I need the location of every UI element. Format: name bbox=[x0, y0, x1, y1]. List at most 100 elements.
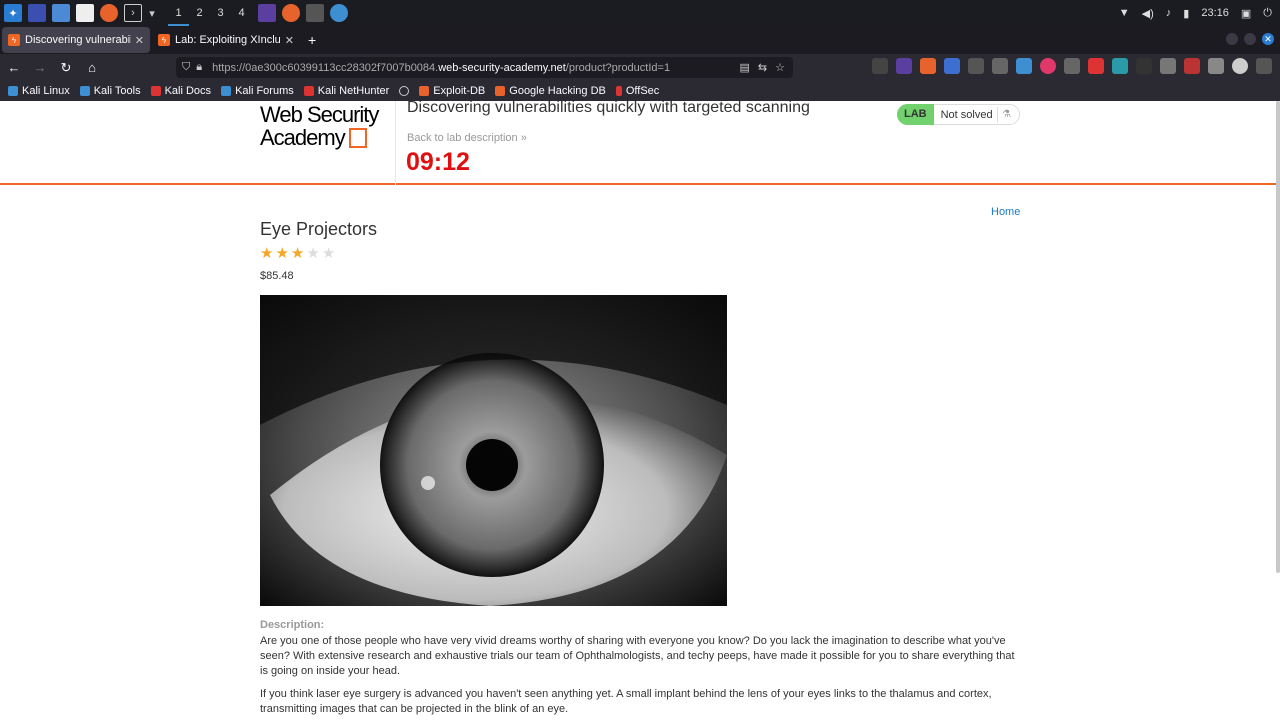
burp-task-icon[interactable] bbox=[258, 4, 276, 22]
burp-icon[interactable] bbox=[920, 58, 936, 74]
description-paragraph-1: Are you one of those people who have ver… bbox=[260, 635, 1015, 677]
description-paragraph-2: If you think laser eye surgery is advanc… bbox=[260, 688, 992, 715]
star-empty-icon: ★ bbox=[321, 245, 336, 262]
extension-icon[interactable] bbox=[1064, 58, 1080, 74]
shield-icon[interactable]: ⛉ bbox=[182, 61, 190, 74]
network-icon[interactable]: ▼ bbox=[1119, 7, 1130, 19]
product-price: $85.48 bbox=[260, 270, 294, 282]
extension-icon[interactable] bbox=[1040, 58, 1056, 74]
globe-icon bbox=[399, 86, 410, 96]
workspace-2[interactable]: 2 bbox=[189, 0, 210, 26]
extension-icon[interactable] bbox=[1112, 58, 1128, 74]
pocket-icon[interactable] bbox=[872, 58, 888, 74]
notification-icon[interactable]: ♪ bbox=[1166, 7, 1172, 19]
bookmark-offsec[interactable]: OffSec bbox=[615, 85, 659, 97]
file-manager-icon[interactable] bbox=[52, 4, 70, 22]
translate-icon[interactable]: ⇆ bbox=[758, 61, 767, 74]
tab-discovering[interactable]: ϟ Discovering vulnerabilitie ✕ bbox=[2, 27, 150, 53]
star-empty-icon: ★ bbox=[306, 245, 320, 262]
workspace-1[interactable]: 1 bbox=[168, 0, 189, 26]
reader-view-icon[interactable]: ▤ bbox=[740, 61, 750, 74]
back-to-lab-description-link[interactable]: Back to lab description » bbox=[407, 132, 527, 144]
tab-lab-xinclude[interactable]: ϟ Lab: Exploiting XInclude t ✕ bbox=[152, 27, 300, 53]
portswigger-favicon-icon: ϟ bbox=[8, 34, 20, 46]
lock-icon[interactable]: 🔒︎ bbox=[196, 61, 202, 74]
bookmark-kali-docs[interactable]: Kali Docs bbox=[150, 85, 211, 97]
forward-arrow-icon[interactable]: → bbox=[28, 60, 52, 75]
product-title: Eye Projectors bbox=[260, 219, 378, 239]
lab-label: LAB bbox=[897, 104, 934, 125]
lab-status-text: Not solved bbox=[940, 108, 993, 121]
kali-menu-icon[interactable]: ✦ bbox=[4, 4, 22, 22]
bookmark-exploit-db[interactable]: Exploit-DB bbox=[419, 85, 485, 97]
star-filled-icon: ★ bbox=[290, 245, 305, 262]
double-chevron-right-icon: » bbox=[520, 132, 527, 144]
clock: 23:16 bbox=[1201, 7, 1229, 19]
star-filled-icon: ★ bbox=[275, 245, 289, 262]
text-editor-icon[interactable] bbox=[76, 4, 94, 22]
extension-icon[interactable] bbox=[1088, 58, 1104, 74]
kali-tools-icon bbox=[79, 86, 90, 96]
chevron-down-icon[interactable]: ▾ bbox=[148, 4, 156, 22]
portswigger-favicon-icon: ϟ bbox=[158, 34, 170, 46]
extension-icon[interactable] bbox=[992, 58, 1008, 74]
bookmark-globe[interactable] bbox=[399, 86, 410, 96]
page-scrollbar[interactable] bbox=[1276, 101, 1280, 573]
volume-icon[interactable]: ◀) bbox=[1142, 7, 1154, 20]
home-icon[interactable]: ⌂ bbox=[80, 60, 104, 75]
extension-toolbar bbox=[872, 58, 1280, 74]
terminal-icon[interactable]: › bbox=[124, 4, 142, 22]
lightning-bolt-icon bbox=[348, 128, 367, 148]
page-content: Web Security Academy Discovering vulnera… bbox=[0, 101, 1280, 720]
extension-icon[interactable] bbox=[1184, 58, 1200, 74]
app-task-icon[interactable] bbox=[306, 4, 324, 22]
nethunter-icon bbox=[303, 86, 314, 96]
ghdb-icon bbox=[495, 86, 506, 96]
maximize-button[interactable] bbox=[1244, 33, 1256, 45]
workspace-4[interactable]: 4 bbox=[231, 0, 252, 26]
extensions-puzzle-icon[interactable] bbox=[1256, 58, 1272, 74]
back-arrow-icon[interactable]: ← bbox=[2, 60, 26, 75]
extension-icon[interactable] bbox=[1160, 58, 1176, 74]
close-icon[interactable]: ✕ bbox=[285, 34, 294, 47]
close-icon[interactable]: ✕ bbox=[135, 34, 144, 47]
lab-header: Web Security Academy Discovering vulnera… bbox=[0, 101, 1280, 185]
kali-icon bbox=[8, 86, 18, 96]
firefox-task-icon[interactable] bbox=[282, 4, 300, 22]
new-tab-button[interactable]: + bbox=[308, 32, 316, 48]
extension-icon[interactable] bbox=[1232, 58, 1248, 74]
battery-icon[interactable]: ▮ bbox=[1183, 7, 1189, 20]
bookmark-star-icon[interactable]: ☆ bbox=[775, 61, 785, 74]
desktop-icon[interactable] bbox=[28, 4, 46, 22]
url-bar[interactable]: ⛉ 🔒︎ https://0ae300c60399113cc28302f7007… bbox=[176, 57, 793, 78]
tab-title: Discovering vulnerabilitie bbox=[25, 34, 131, 46]
bookmark-kali-nethunter[interactable]: Kali NetHunter bbox=[303, 85, 389, 97]
bookmark-kali-tools[interactable]: Kali Tools bbox=[79, 85, 141, 97]
bookmark-kali-linux[interactable]: Kali Linux bbox=[8, 85, 70, 97]
lock-icon[interactable]: ▣ bbox=[1241, 7, 1251, 20]
extension-icon[interactable] bbox=[896, 58, 912, 74]
extension-icon[interactable] bbox=[944, 58, 960, 74]
extension-icon[interactable] bbox=[1136, 58, 1152, 74]
reload-icon[interactable]: ↻ bbox=[54, 60, 78, 76]
firefox-icon[interactable] bbox=[100, 4, 118, 22]
home-link[interactable]: Home bbox=[991, 206, 1020, 218]
bookmark-google-hacking-db[interactable]: Google Hacking DB bbox=[495, 85, 606, 97]
extension-icon[interactable] bbox=[1016, 58, 1032, 74]
web-security-academy-logo[interactable]: Web Security Academy bbox=[260, 101, 396, 185]
minimize-button[interactable] bbox=[1226, 33, 1238, 45]
browser-tab-bar: ϟ Discovering vulnerabilitie ✕ ϟ Lab: Ex… bbox=[0, 26, 1280, 54]
bookmark-kali-forums[interactable]: Kali Forums bbox=[221, 85, 294, 97]
window-close-button[interactable]: ✕ bbox=[1262, 33, 1274, 45]
power-icon[interactable]: ⏻ bbox=[1263, 7, 1272, 20]
extension-icon[interactable] bbox=[968, 58, 984, 74]
kali-forums-icon bbox=[221, 86, 232, 96]
os-taskbar: ✦ › ▾ 1 2 3 4 ▼ ◀) ♪ ▮ 23:16 ▣ ⏻ bbox=[0, 0, 1280, 26]
lab-status-badge: LAB Not solved ⚗ bbox=[897, 104, 1020, 125]
extension-icon[interactable] bbox=[1208, 58, 1224, 74]
product-rating: ★ ★ ★ ★ ★ bbox=[260, 246, 335, 261]
workspace-3[interactable]: 3 bbox=[210, 0, 231, 26]
app-task-icon-2[interactable] bbox=[330, 4, 348, 22]
tab-title: Lab: Exploiting XInclude t bbox=[175, 34, 281, 46]
workspace-switcher: 1 2 3 4 bbox=[168, 0, 252, 26]
